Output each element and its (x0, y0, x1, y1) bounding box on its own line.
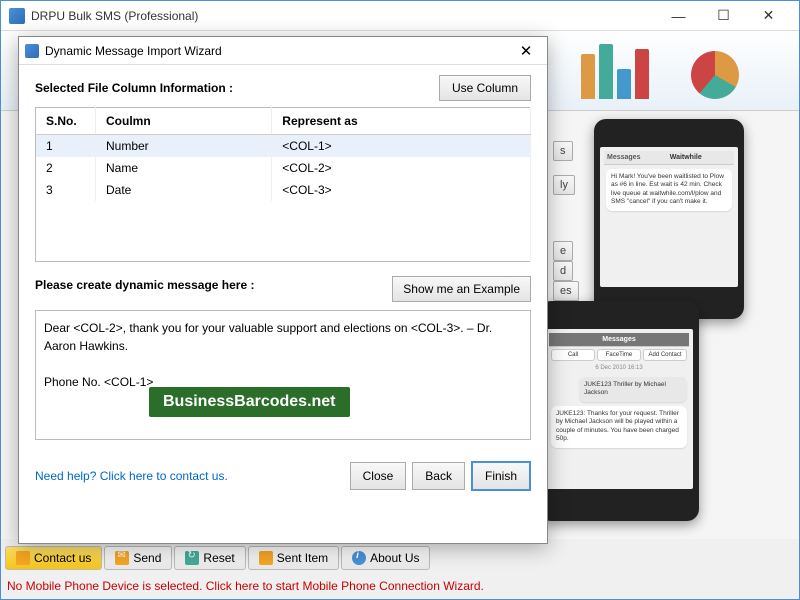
phone2-date: 6 Dec 2010 16:13 (549, 363, 689, 373)
reset-button[interactable]: Reset (174, 546, 245, 570)
pie-chart-graphic (691, 51, 739, 99)
phone1-title: Waitwhile (670, 154, 702, 161)
send-button[interactable]: Send (104, 546, 172, 570)
phone2-screen: Messages Call FaceTime Add Contact 6 Dec… (545, 329, 693, 489)
column-table: S.No. Coulmn Represent as 1 Number <COL-… (35, 107, 531, 262)
dialog-body: Selected File Column Information : Use C… (19, 65, 547, 505)
dialog-close-button[interactable]: ✕ (511, 39, 541, 63)
header-sno: S.No. (36, 108, 96, 135)
show-example-button[interactable]: Show me an Example (392, 276, 531, 302)
cell-column: Number (96, 135, 272, 158)
cell-represent: <COL-2> (272, 157, 531, 179)
dialog-title: Dynamic Message Import Wizard (45, 44, 511, 58)
dialog-close-btn[interactable]: Close (350, 462, 407, 490)
header-column: Coulmn (96, 108, 272, 135)
sent-item-label: Sent Item (277, 551, 328, 565)
contact-icon (16, 551, 30, 565)
table-empty-row (36, 201, 531, 261)
import-wizard-dialog: Dynamic Message Import Wizard ✕ Selected… (18, 36, 548, 544)
table-row[interactable]: 2 Name <COL-2> (36, 157, 531, 179)
message-label-row: Please create dynamic message here : Sho… (35, 276, 531, 302)
cell-column: Name (96, 157, 272, 179)
reset-icon (185, 551, 199, 565)
minimize-button[interactable]: — (656, 2, 701, 30)
main-title: DRPU Bulk SMS (Professional) (31, 9, 656, 23)
phone2-msg1: JUKE123 Thriller by Michael Jackson (579, 377, 687, 402)
send-icon (115, 551, 129, 565)
phone1-message: Hi Mark! You've been waitlisted to Plow … (606, 169, 732, 211)
reset-label: Reset (203, 551, 234, 565)
bg-button-fragment[interactable]: es (553, 281, 579, 301)
phone-mockup-2: Messages Call FaceTime Add Contact 6 Dec… (539, 301, 699, 521)
table-row[interactable]: 3 Date <COL-3> (36, 179, 531, 201)
help-link[interactable]: Need help? Click here to contact us. (35, 469, 344, 483)
close-button[interactable]: ✕ (746, 2, 791, 30)
cell-represent: <COL-3> (272, 179, 531, 201)
phone2-action-buttons: Call FaceTime Add Contact (549, 347, 689, 363)
bar-chart-graphic (581, 43, 649, 99)
phone2-msg2: JUKE123: Thanks for your request. Thrill… (551, 406, 687, 448)
dialog-icon (25, 44, 39, 58)
bg-button-fragment[interactable]: s (553, 141, 573, 161)
phone2-call-btn: Call (551, 349, 595, 361)
cell-sno: 3 (36, 179, 96, 201)
contact-label: Contact us (34, 551, 91, 565)
window-controls: — ☐ ✕ (656, 2, 791, 30)
phone1-screen: Messages Waitwhile Hi Mark! You've been … (600, 147, 738, 287)
message-textarea[interactable] (35, 310, 531, 440)
maximize-button[interactable]: ☐ (701, 2, 746, 30)
header-represent: Represent as (272, 108, 531, 135)
app-icon (9, 8, 25, 24)
main-titlebar: DRPU Bulk SMS (Professional) — ☐ ✕ (1, 1, 799, 31)
dialog-finish-btn[interactable]: Finish (471, 461, 531, 491)
dialog-titlebar: Dynamic Message Import Wizard ✕ (19, 37, 547, 65)
cell-sno: 1 (36, 135, 96, 158)
status-message: No Mobile Phone Device is selected. Clic… (7, 579, 484, 593)
sent-item-icon (259, 551, 273, 565)
status-bar[interactable]: No Mobile Phone Device is selected. Clic… (7, 575, 793, 597)
cell-represent: <COL-1> (272, 135, 531, 158)
phone2-add-btn: Add Contact (643, 349, 687, 361)
message-label: Please create dynamic message here : (35, 278, 254, 292)
phone-mockup-1: Messages Waitwhile Hi Mark! You've been … (594, 119, 744, 319)
cell-column: Date (96, 179, 272, 201)
bottom-toolbar: Contact us Send Reset Sent Item About Us (3, 543, 797, 573)
about-icon (352, 551, 366, 565)
column-info-label: Selected File Column Information : (35, 81, 233, 95)
use-column-button[interactable]: Use Column (439, 75, 531, 101)
table-header-row: S.No. Coulmn Represent as (36, 108, 531, 135)
table-row[interactable]: 1 Number <COL-1> (36, 135, 531, 158)
dialog-back-btn[interactable]: Back (412, 462, 465, 490)
phone1-back: Messages (607, 154, 640, 161)
cell-sno: 2 (36, 157, 96, 179)
dialog-footer: Need help? Click here to contact us. Clo… (35, 461, 531, 491)
bg-button-fragment[interactable]: d (553, 261, 573, 281)
bg-button-fragment[interactable]: ly (553, 175, 575, 195)
about-label: About Us (370, 551, 419, 565)
phone2-facetime-btn: FaceTime (597, 349, 641, 361)
bg-button-fragment[interactable]: e (553, 241, 573, 261)
phone1-header: Messages Waitwhile (604, 151, 734, 165)
about-us-button[interactable]: About Us (341, 546, 430, 570)
contact-us-button[interactable]: Contact us (5, 546, 102, 570)
phone2-header: Messages (549, 333, 689, 347)
send-label: Send (133, 551, 161, 565)
sent-item-button[interactable]: Sent Item (248, 546, 339, 570)
